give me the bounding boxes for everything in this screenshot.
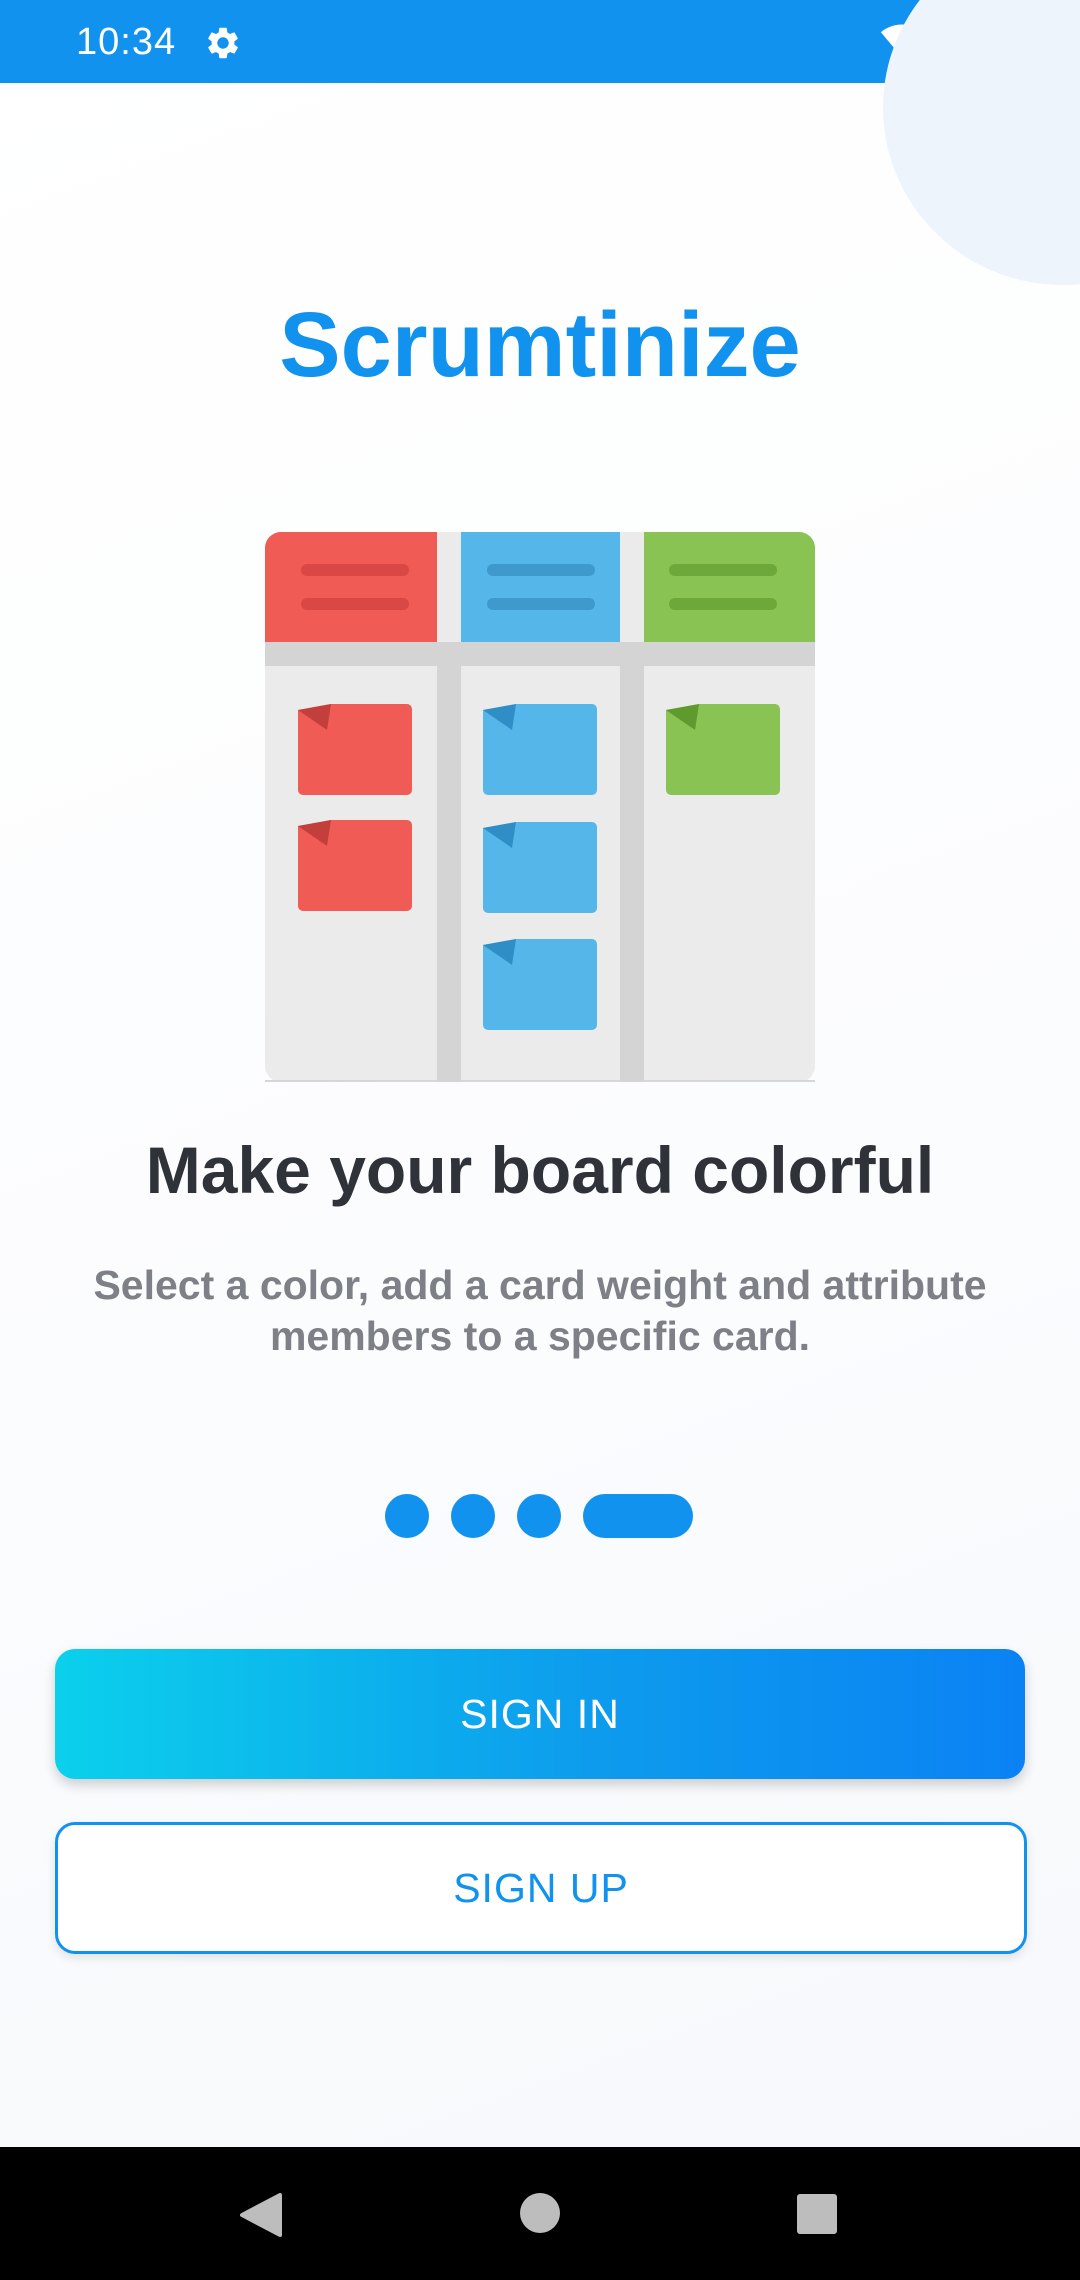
page-dot-4-active[interactable]	[583, 1494, 693, 1538]
onboarding-description: Select a color, add a card weight and at…	[93, 1262, 987, 1359]
navigation-bar	[0, 2147, 1080, 2280]
sign-up-button[interactable]: SIGN UP	[55, 1822, 1027, 1954]
page-dot-2[interactable]	[451, 1494, 495, 1538]
page-dot-3[interactable]	[517, 1494, 561, 1538]
home-icon[interactable]	[520, 2193, 560, 2233]
sign-in-button[interactable]: SIGN IN	[55, 1649, 1025, 1779]
onboarding-heading: Make your board colorful	[145, 1133, 935, 1207]
app-title: Scrumtinize	[279, 294, 801, 396]
recents-icon[interactable]	[797, 2194, 837, 2234]
status-time: 10:34	[76, 21, 177, 63]
gear-icon	[208, 27, 238, 59]
page-dot-1[interactable]	[385, 1494, 429, 1538]
kanban-board-illustration	[265, 532, 815, 1082]
decorative-circle	[883, 0, 1080, 285]
onboarding-screen: 10:34 Scrumtinize Make your board colorf…	[0, 0, 1080, 2280]
back-icon[interactable]	[238, 2191, 282, 2239]
page-indicator	[385, 1494, 693, 1538]
